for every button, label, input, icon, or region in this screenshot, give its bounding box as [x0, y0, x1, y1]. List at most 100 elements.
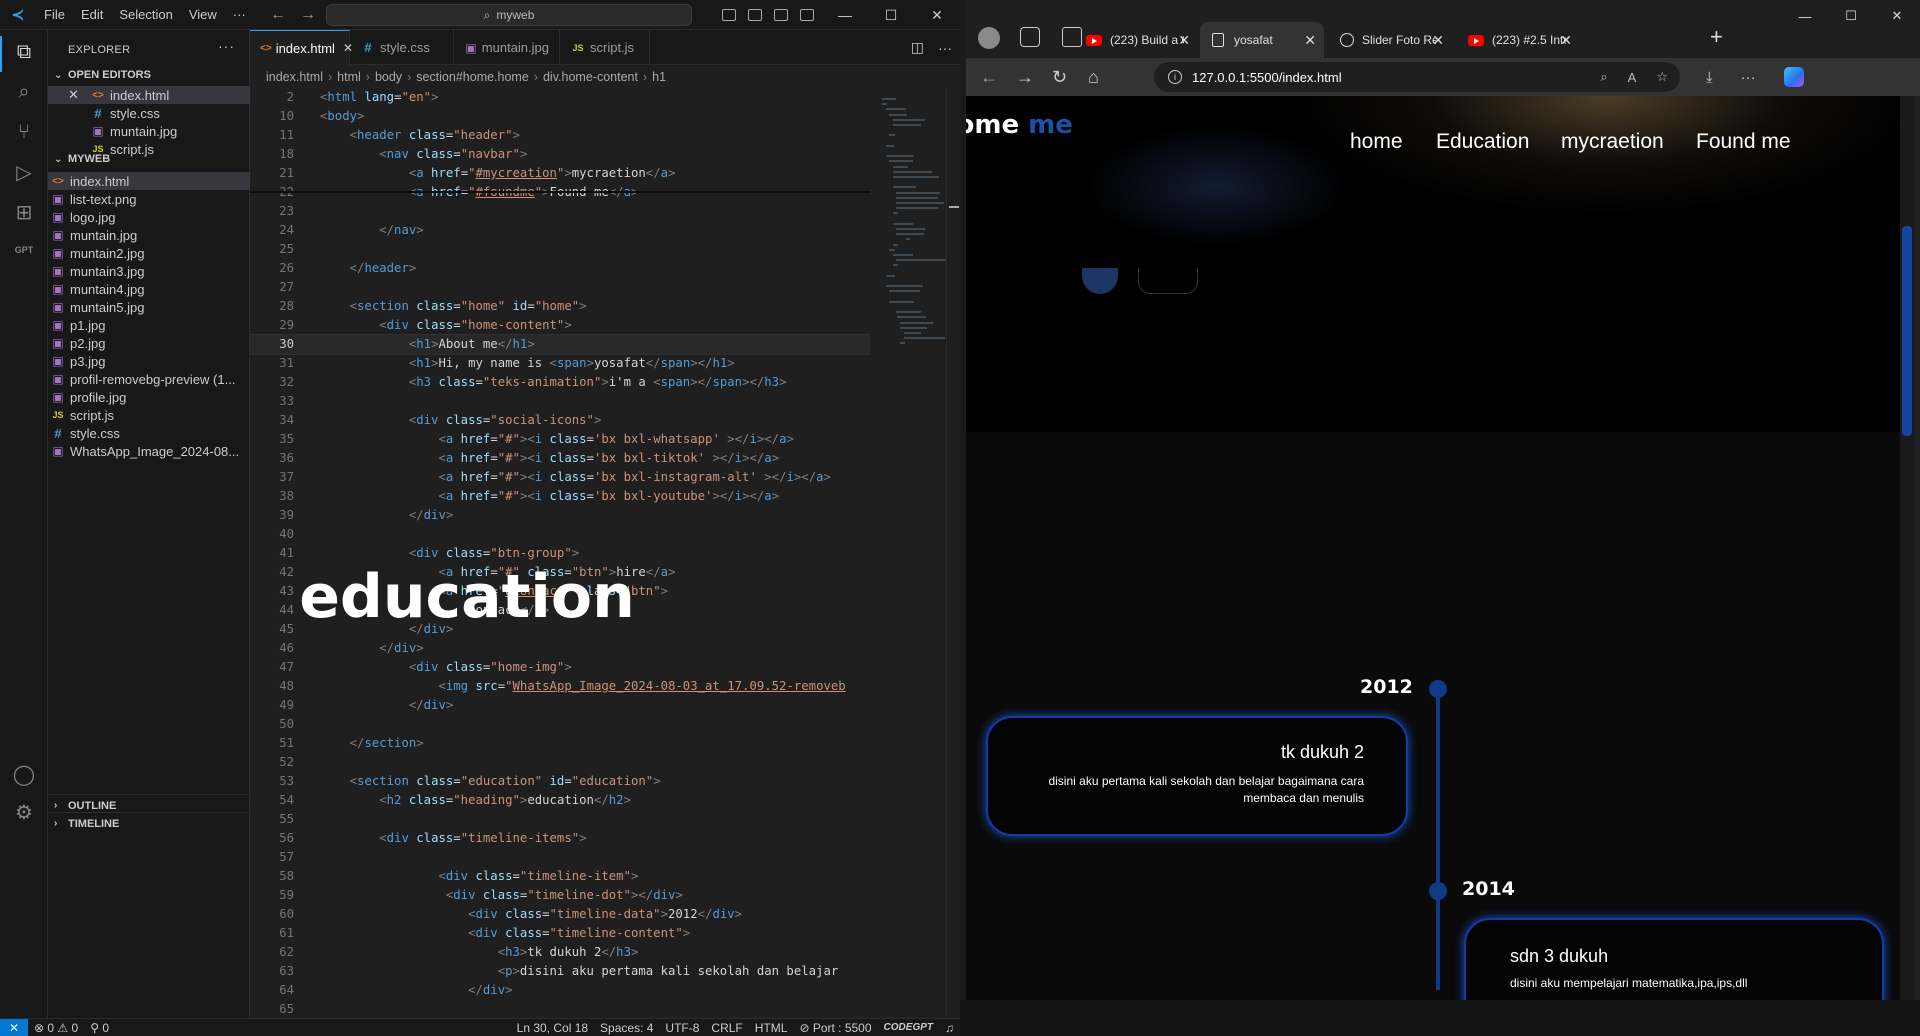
new-tab-plus-icon[interactable]: +	[1710, 24, 1723, 50]
code-line[interactable]: 59 <div class="timeline-dot"></div>	[250, 886, 870, 905]
read-aloud-icon[interactable]: A	[1628, 70, 1637, 85]
code-line[interactable]: 52	[250, 753, 870, 772]
code-line[interactable]: 2 <html lang="en">	[250, 88, 870, 107]
file-tree-item[interactable]: ▣ profile.jpg	[48, 388, 250, 406]
minimap[interactable]	[878, 88, 946, 1016]
file-tree-item[interactable]: ▣ p3.jpg	[48, 352, 250, 370]
indentation-status[interactable]: Spaces: 4	[594, 1021, 659, 1035]
zoom-icon[interactable]: ⌕	[1600, 69, 1607, 85]
bell-icon[interactable]: ♫	[939, 1021, 960, 1035]
toggle-panel-icon[interactable]	[748, 9, 762, 21]
editor-scrollbar[interactable]	[946, 88, 960, 1016]
codegpt-icon[interactable]: GPT	[10, 236, 38, 264]
code-line[interactable]: 23	[250, 202, 870, 221]
code-line[interactable]: 62 <h3>tk dukuh 2</h3>	[250, 943, 870, 962]
home-icon[interactable]: ⌂	[1088, 58, 1099, 96]
close-icon[interactable]: ✕	[1304, 32, 1316, 49]
tab-muntain-jpg[interactable]: ▣ muntain.jpg	[454, 30, 560, 65]
code-line[interactable]: 30 <h1>About me</h1>	[250, 334, 870, 355]
file-tree-item[interactable]: ▣ list-text.png	[48, 190, 250, 208]
code-line[interactable]: 65	[250, 1000, 870, 1016]
profile-avatar-icon[interactable]	[978, 27, 1000, 49]
tab-style-css[interactable]: # style.css	[350, 30, 454, 65]
menu-edit[interactable]: Edit	[73, 0, 111, 30]
code-line[interactable]: 21 <a href="#mycreation">mycraetion</a>	[250, 164, 870, 183]
address-bar[interactable]: i 127.0.0.1:5500/index.html ⌕ A ☆	[1154, 62, 1680, 92]
minimize-icon[interactable]: —	[1782, 0, 1828, 32]
file-tree-item[interactable]: ▣ profil-removebg-preview (1...	[48, 370, 250, 388]
code-line[interactable]: 38 <a href="#"><i class='bx bxl-youtube'…	[250, 487, 870, 506]
file-tree-item[interactable]: # style.css	[48, 424, 250, 442]
account-icon[interactable]: ◯	[10, 760, 38, 788]
tab-script-js[interactable]: JS script.js	[560, 30, 650, 65]
settings-more-icon[interactable]: ···	[1741, 69, 1756, 86]
code-line[interactable]: 18 <nav class="navbar">	[250, 145, 870, 164]
code-line[interactable]: 29 <div class="home-content">	[250, 316, 870, 335]
code-line[interactable]: 56 <div class="timeline-items">	[250, 829, 870, 848]
more-actions-icon[interactable]: ···	[218, 38, 235, 54]
forward-arrow-icon[interactable]: →	[300, 6, 316, 24]
code-line[interactable]: 39 </div>	[250, 506, 870, 525]
maximize-icon[interactable]: ☐	[1828, 0, 1874, 32]
breadcrumb-item[interactable]: html	[337, 70, 361, 84]
remote-icon[interactable]: ✕	[0, 1018, 28, 1036]
cursor-position[interactable]: Ln 30, Col 18	[511, 1021, 594, 1035]
file-tree-item[interactable]: <> index.html	[48, 172, 250, 190]
site-logo[interactable]: home me	[966, 110, 1073, 140]
browser-tab[interactable]: (223) Build a Co✕	[1074, 22, 1198, 58]
split-editor-icon[interactable]: ◫	[911, 39, 924, 56]
maximize-icon[interactable]: ☐	[868, 0, 914, 30]
refresh-icon[interactable]: ↻	[1052, 58, 1067, 96]
page-scrollbar[interactable]	[1900, 96, 1914, 1000]
code-line[interactable]: 36 <a href="#"><i class='bx bxl-tiktok' …	[250, 449, 870, 468]
code-line[interactable]: 55	[250, 810, 870, 829]
timeline-header[interactable]: › TIMELINE	[48, 812, 250, 834]
file-tree-item[interactable]: ▣ muntain.jpg	[48, 226, 250, 244]
open-editor-item[interactable]: ▣ muntain.jpg	[48, 122, 250, 140]
code-line[interactable]: 51 </section>	[250, 734, 870, 753]
minimize-icon[interactable]: —	[822, 0, 868, 30]
code-line[interactable]: 46 </div>	[250, 639, 870, 658]
code-line[interactable]: 24 </nav>	[250, 221, 870, 240]
site-nav-link[interactable]: mycraetion	[1561, 130, 1664, 154]
file-tree-item[interactable]: ▣ p1.jpg	[48, 316, 250, 334]
code-line[interactable]: 35 <a href="#"><i class='bx bxl-whatsapp…	[250, 430, 870, 449]
site-nav-link[interactable]: Found me	[1696, 130, 1791, 154]
file-tree-item[interactable]: ▣ logo.jpg	[48, 208, 250, 226]
eol-status[interactable]: CRLF	[705, 1021, 748, 1035]
ports-status[interactable]: ⚲ 0	[84, 1021, 115, 1035]
menu-selection[interactable]: Selection	[111, 0, 180, 30]
live-server-port[interactable]: ⊘ Port : 5500	[793, 1021, 877, 1035]
toggle-secondary-sidebar-icon[interactable]	[774, 9, 788, 21]
code-line[interactable]: 32 <h3 class="teks-animation">i'm a <spa…	[250, 373, 870, 392]
workspaces-icon[interactable]	[1020, 27, 1040, 47]
code-line[interactable]: 64 </div>	[250, 981, 870, 1000]
breadcrumb-item[interactable]: section#home.home	[416, 70, 529, 84]
browser-tab[interactable]: Slider Foto Resp✕	[1328, 22, 1452, 58]
file-tree-item[interactable]: ▣ muntain3.jpg	[48, 262, 250, 280]
site-info-icon[interactable]: i	[1168, 70, 1182, 84]
close-icon[interactable]: ✕	[1874, 0, 1920, 32]
open-editors-header[interactable]: ⌄ OPEN EDITORS	[48, 64, 250, 86]
extensions-icon[interactable]: ⊞	[10, 198, 38, 226]
tab-index-html[interactable]: <> index.html ✕	[250, 30, 353, 65]
code-line[interactable]: 34 <div class="social-icons">	[250, 411, 870, 430]
downloads-icon[interactable]: ⤓	[1706, 69, 1713, 86]
code-line[interactable]: 48 <img src="WhatsApp_Image_2024-08-03_a…	[250, 677, 870, 696]
toggle-primary-sidebar-icon[interactable]	[722, 9, 736, 21]
code-editor[interactable]: 2 <html lang="en"> 10 <body> 11 <header clas…	[250, 88, 870, 1016]
menu-file[interactable]: File	[36, 0, 73, 30]
file-tree-item[interactable]: ▣ muntain4.jpg	[48, 280, 250, 298]
file-tree-item[interactable]: ▣ muntain5.jpg	[48, 298, 250, 316]
browser-tab[interactable]: yosafat ✕	[1200, 22, 1324, 58]
close-icon[interactable]: ✕	[1178, 32, 1190, 49]
code-line[interactable]: 27	[250, 278, 870, 297]
forward-arrow-icon[interactable]: →	[1016, 58, 1034, 96]
code-line[interactable]: 57	[250, 848, 870, 867]
source-control-icon[interactable]: ⑂	[10, 118, 38, 146]
back-arrow-icon[interactable]: ←	[270, 6, 286, 24]
code-line[interactable]: 33	[250, 392, 870, 411]
code-line[interactable]: 54 <h2 class="heading">education</h2>	[250, 791, 870, 810]
file-tree-item[interactable]: JS script.js	[48, 406, 250, 424]
close-icon[interactable]: ✕	[914, 0, 960, 30]
